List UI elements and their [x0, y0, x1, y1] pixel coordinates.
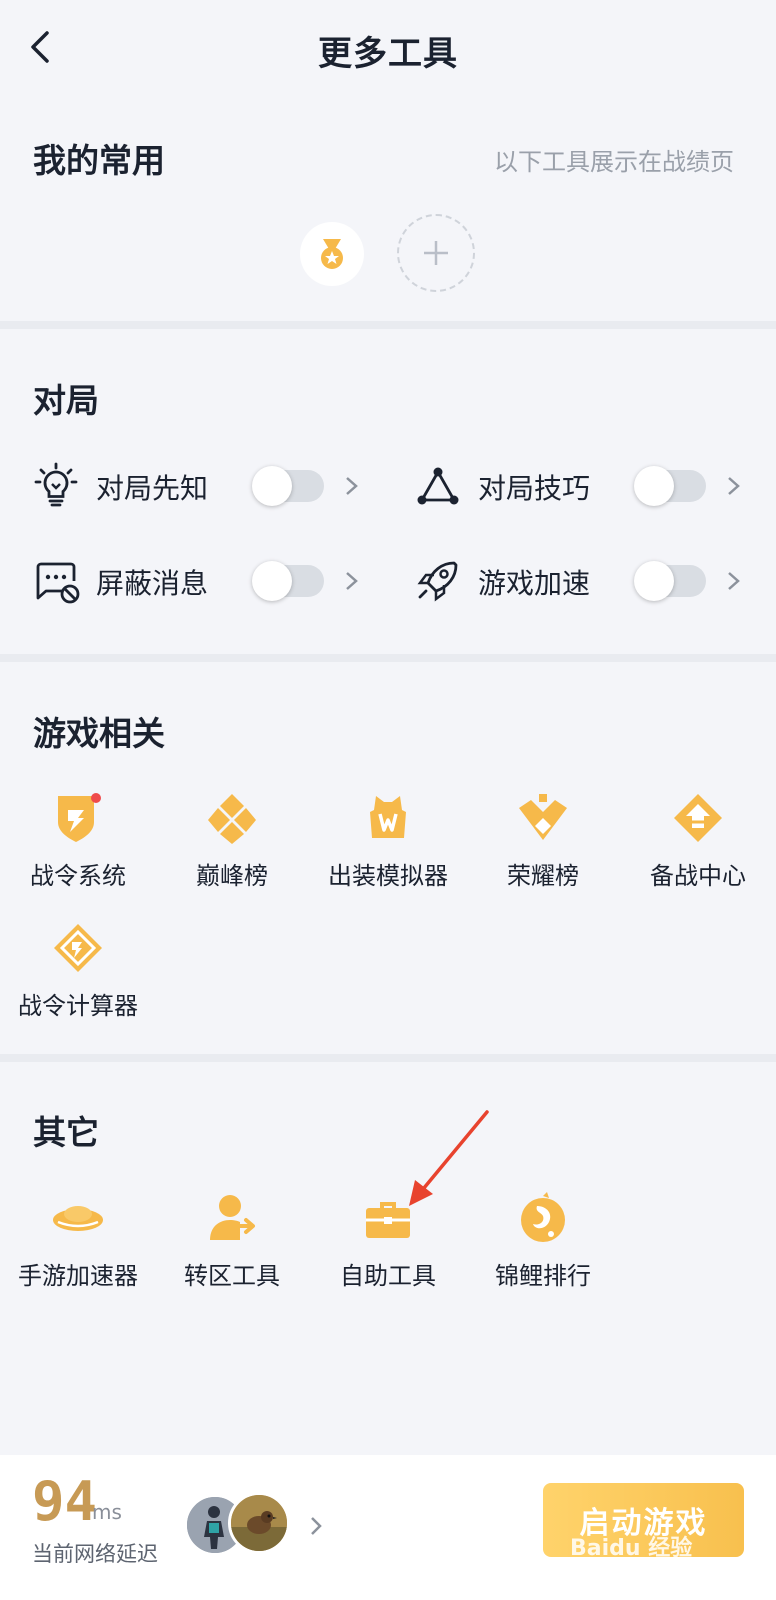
- ping-label: 当前网络延迟: [32, 1542, 158, 1566]
- equipment-simulator-icon: [370, 796, 406, 838]
- avatar[interactable]: [228, 1492, 290, 1554]
- triangle-nodes-icon: [417, 467, 459, 505]
- toggle-switch[interactable]: [252, 466, 324, 506]
- tool-battle-pass[interactable]: 战令系统: [0, 790, 156, 900]
- avatar-bird-icon: [231, 1495, 287, 1551]
- tool-label: 转区工具: [184, 1262, 280, 1290]
- toggle-switch[interactable]: [634, 561, 706, 601]
- toggle-label: 游戏加速: [478, 567, 591, 600]
- tool-equipment-simulator[interactable]: 出装模拟器: [310, 790, 466, 900]
- tool-label: 荣耀榜: [507, 862, 579, 890]
- glory-rank-icon: [519, 794, 567, 840]
- tool-label: 战令系统: [30, 862, 126, 890]
- more-tools-page: 更多工具 我的常用 以下工具展示在战绩页 对局 对局先知 对局技巧 屏蔽消息 游…: [0, 0, 776, 1600]
- page-title: 更多工具: [318, 34, 458, 74]
- section-divider: [0, 321, 776, 329]
- toggle-knob: [634, 466, 674, 506]
- game-section-title: 游戏相关: [33, 714, 165, 753]
- ping-value: 94: [32, 1470, 98, 1533]
- toggle-row-block-message[interactable]: 屏蔽消息: [32, 553, 372, 613]
- koi-icon: [521, 1192, 565, 1242]
- accelerator-icon: [53, 1206, 103, 1231]
- watermark-text: Baidu 经验: [570, 1536, 693, 1561]
- chevron-right-icon[interactable]: [342, 565, 362, 597]
- tool-prep-center[interactable]: 备战中心: [620, 790, 776, 900]
- tool-label: 出装模拟器: [328, 862, 448, 890]
- section-divider: [0, 654, 776, 662]
- tool-peak-rank[interactable]: 巅峰榜: [154, 790, 310, 900]
- tool-label: 锦鲤排行: [495, 1262, 591, 1290]
- ping-unit: ms: [92, 1500, 122, 1524]
- add-favorite-button[interactable]: [397, 214, 475, 292]
- toggle-label: 对局先知: [96, 472, 209, 505]
- tool-label: 手游加速器: [18, 1262, 138, 1290]
- tool-glory-rank[interactable]: 荣耀榜: [465, 790, 621, 900]
- medal-icon: [321, 239, 343, 269]
- toggle-switch[interactable]: [634, 466, 706, 506]
- toggle-knob: [634, 561, 674, 601]
- tool-battle-pass-calculator[interactable]: 战令计算器: [0, 920, 156, 1030]
- peak-rank-icon: [208, 794, 256, 844]
- chevron-right-icon[interactable]: [308, 1512, 324, 1540]
- transfer-icon: [210, 1195, 255, 1240]
- favorite-tool-medal[interactable]: [300, 222, 364, 286]
- tool-mobile-accelerator[interactable]: 手游加速器: [0, 1190, 156, 1300]
- section-divider: [0, 1054, 776, 1062]
- annotation-arrow: [409, 1110, 489, 1206]
- battle-pass-icon: [58, 793, 101, 842]
- chevron-right-icon[interactable]: [724, 565, 744, 597]
- toggle-knob: [252, 561, 292, 601]
- toggle-row-match-insight[interactable]: 对局先知: [32, 458, 372, 518]
- rocket-icon: [417, 561, 458, 602]
- calculator-icon: [54, 924, 102, 972]
- toggle-row-game-boost[interactable]: 游戏加速: [414, 553, 754, 613]
- tool-label: 备战中心: [650, 862, 746, 890]
- toggle-row-match-tips[interactable]: 对局技巧: [414, 458, 754, 518]
- match-section-title: 对局: [33, 381, 99, 420]
- toggle-label: 对局技巧: [478, 472, 591, 505]
- toggle-switch[interactable]: [252, 561, 324, 601]
- block-message-icon: [36, 562, 80, 604]
- favorites-title: 我的常用: [33, 141, 165, 180]
- tool-region-transfer[interactable]: 转区工具: [154, 1190, 310, 1300]
- tool-label: 巅峰榜: [196, 862, 268, 890]
- toggle-label: 屏蔽消息: [96, 567, 209, 600]
- header: 更多工具: [0, 0, 776, 100]
- plus-icon: [424, 241, 448, 265]
- tool-label: 战令计算器: [18, 992, 138, 1020]
- chevron-right-icon[interactable]: [724, 470, 744, 502]
- favorites-note: 以下工具展示在战绩页: [494, 148, 734, 176]
- chevron-right-icon[interactable]: [342, 470, 362, 502]
- prep-center-icon: [674, 794, 722, 842]
- bulb-icon: [34, 462, 78, 507]
- toggle-knob: [252, 466, 292, 506]
- tool-label: 自助工具: [340, 1262, 436, 1290]
- other-section-title: 其它: [33, 1113, 99, 1152]
